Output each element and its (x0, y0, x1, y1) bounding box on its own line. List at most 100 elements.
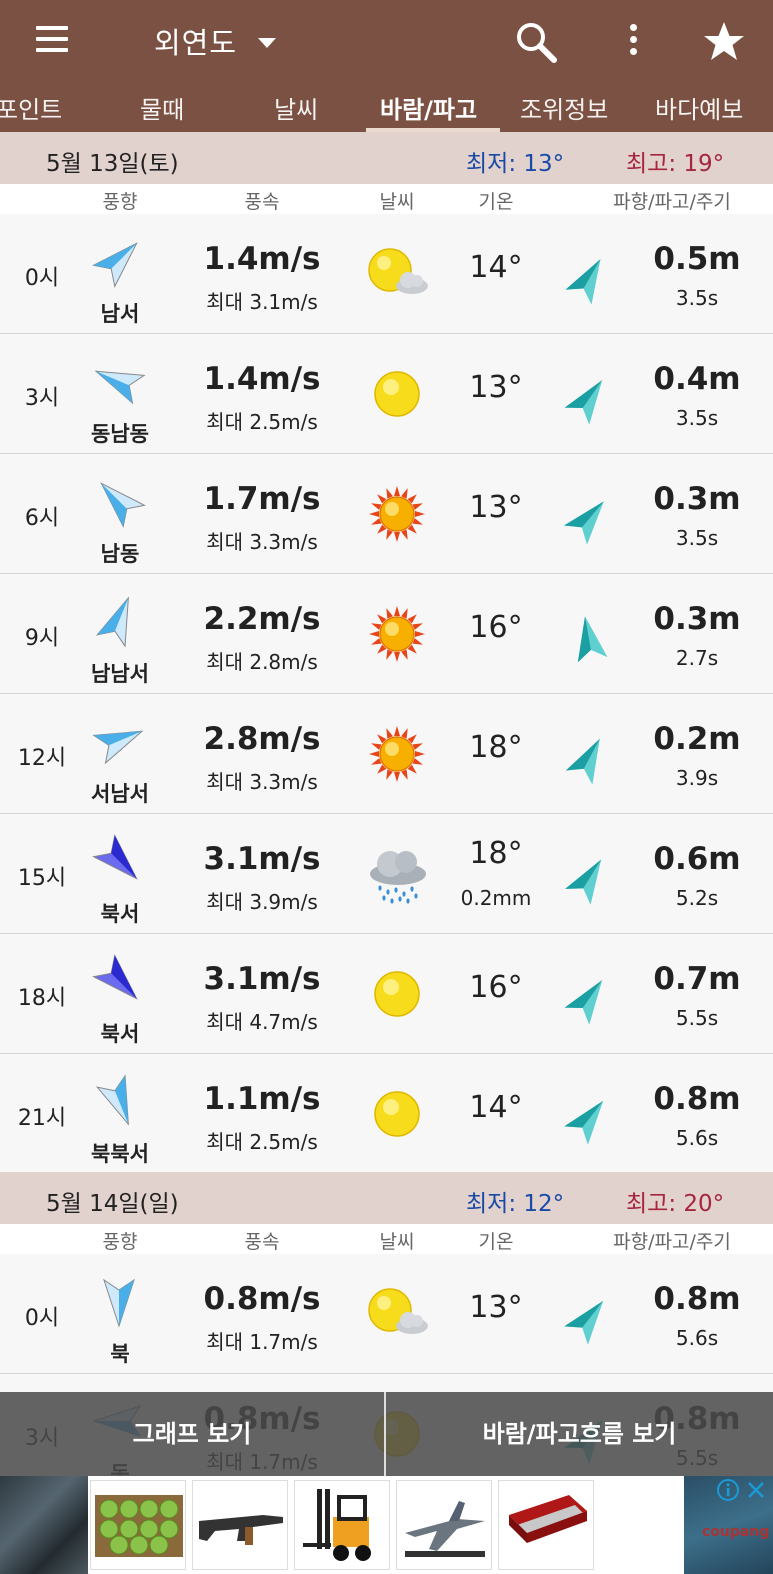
wave-period: 5.6s (675, 1326, 719, 1350)
wave-height: 0.7m (653, 961, 741, 997)
tab-bar: 포인트 물때 날씨 바람/파고 조위정보 바다예보 (0, 84, 773, 132)
wave-direction-arrow-icon (562, 1292, 616, 1346)
max-temp: 최고: 20° (626, 1191, 725, 1217)
wind-direction-label: 남서 (100, 302, 140, 326)
hour-label: 0시 (24, 1306, 60, 1331)
wind-direction-arrow-icon (88, 350, 150, 412)
sun-rays-icon (362, 604, 432, 664)
wave-height: 0.3m (653, 601, 741, 637)
min-temp: 최저: 12° (466, 1191, 565, 1217)
hour-label: 9시 (24, 626, 60, 651)
more-options-icon[interactable] (626, 24, 640, 60)
ad-info-icon[interactable] (716, 1478, 740, 1502)
wind-direction-label: 북 (110, 1342, 130, 1366)
harmonica-image (509, 1495, 587, 1543)
wind-gust: 최대 2.5m/s (206, 1130, 318, 1154)
location-selector[interactable]: 외연도 (154, 20, 237, 62)
wind-speed: 2.2m/s (203, 601, 321, 637)
day-header: 5월 13일(토) 최저: 13° 최고: 19° (0, 132, 773, 184)
wave-height: 0.2m (653, 721, 741, 757)
col-wave: 파향/파고/주기 (613, 191, 731, 213)
precipitation: 0.2mm (460, 886, 532, 910)
sun-icon (362, 964, 432, 1024)
min-temp: 최저: 13° (466, 151, 565, 177)
col-weather: 날씨 (379, 191, 415, 213)
wave-period: 5.6s (675, 1126, 719, 1150)
tab-tide-level[interactable]: 조위정보 (520, 90, 608, 125)
sun-icon (362, 1084, 432, 1144)
wind-direction-arrow-icon (88, 830, 150, 892)
wind-gust: 최대 2.5m/s (206, 410, 318, 434)
favorite-star-icon[interactable] (700, 18, 748, 66)
temperature: 14° (469, 1090, 523, 1125)
wind-speed: 1.4m/s (203, 241, 321, 277)
temperature: 13° (469, 490, 523, 525)
wind-speed: 3.1m/s (203, 841, 321, 877)
day-date: 5월 13일(토) (46, 151, 179, 177)
wind-direction-arrow-icon (88, 470, 150, 532)
tab-tide[interactable]: 물때 (140, 90, 184, 125)
temperature: 13° (469, 1290, 523, 1325)
flow-view-button[interactable]: 바람/파고흐름 보기 (386, 1392, 773, 1476)
hour-label: 12시 (17, 746, 67, 771)
tab-sea-forecast[interactable]: 바다예보 (655, 90, 743, 125)
rain-cloud-icon (362, 844, 432, 904)
tab-wind-wave[interactable]: 바람/파고 (380, 90, 477, 125)
app-bar: 외연도 (0, 0, 773, 84)
forecast-row: 9시 남남서 2.2m/s 최대 2.8m/s 16° 0.3m 2.7s (0, 574, 773, 694)
graph-view-button[interactable]: 그래프 보기 (0, 1392, 384, 1476)
ad-product-apples[interactable] (90, 1480, 186, 1570)
wind-speed: 2.8m/s (203, 721, 321, 757)
dropdown-caret-icon[interactable] (258, 38, 276, 48)
ad-product-forklift[interactable] (294, 1480, 390, 1570)
menu-icon[interactable] (36, 26, 68, 56)
wave-direction-arrow-icon (562, 492, 616, 546)
wave-period: 3.9s (675, 766, 719, 790)
wave-direction-arrow-icon (562, 1092, 616, 1146)
sun-icon (362, 364, 432, 424)
wave-period: 5.5s (675, 1006, 719, 1030)
forecast-row: 12시 서남서 2.8m/s 최대 3.3m/s 18° 0.2m 3.9s (0, 694, 773, 814)
search-icon[interactable] (514, 20, 558, 64)
tab-point[interactable]: 포인트 (0, 90, 62, 125)
hour-label: 15시 (17, 866, 67, 891)
ad-product-toy-rifle[interactable] (192, 1480, 288, 1570)
wind-gust: 최대 4.7m/s (206, 1010, 318, 1034)
hour-label: 6시 (24, 506, 60, 531)
col-wave: 파향/파고/주기 (613, 1231, 731, 1253)
wind-speed: 0.8m/s (203, 1281, 321, 1317)
col-wind-dir: 풍향 (102, 1231, 138, 1253)
wave-height: 0.6m (653, 841, 741, 877)
day-date: 5월 14일(일) (46, 1191, 179, 1217)
temperature: 18° (469, 836, 523, 871)
wind-direction-arrow-icon (88, 950, 150, 1012)
ad-product-harmonica[interactable] (498, 1480, 594, 1570)
ad-background-image (0, 1476, 88, 1574)
tab-weather[interactable]: 날씨 (274, 90, 318, 125)
wave-direction-arrow-icon (562, 372, 616, 426)
col-wind-speed: 풍속 (244, 1231, 280, 1253)
column-header: 풍향 풍속 날씨 기온 파향/파고/주기 (0, 184, 773, 214)
sun-rays-icon (362, 484, 432, 544)
app-root: { "appbar": {"title": "외연도"}, "tabs": [ … (0, 0, 773, 1574)
wave-period: 2.7s (675, 646, 719, 670)
wind-speed: 3.1m/s (203, 961, 321, 997)
ad-product-jet-model[interactable] (396, 1480, 492, 1570)
sun-cloud-icon (362, 1284, 432, 1344)
temperature: 16° (469, 610, 523, 645)
wave-period: 5.2s (675, 886, 719, 910)
wave-period: 3.5s (675, 526, 719, 550)
wind-speed: 1.1m/s (203, 1081, 321, 1117)
wind-direction-arrow-icon (88, 230, 150, 292)
temperature: 16° (469, 970, 523, 1005)
ad-banner[interactable]: coupang (0, 1476, 773, 1574)
temperature: 18° (469, 730, 523, 765)
hour-label: 21시 (17, 1106, 67, 1131)
hour-label: 18시 (17, 986, 67, 1011)
wave-direction-arrow-icon (562, 252, 616, 306)
sun-cloud-icon (362, 244, 432, 304)
ad-close-icon[interactable] (744, 1478, 768, 1502)
wind-direction-label: 남동 (100, 542, 140, 566)
wind-gust: 최대 3.9m/s (206, 890, 318, 914)
wind-direction-arrow-icon (88, 590, 150, 652)
